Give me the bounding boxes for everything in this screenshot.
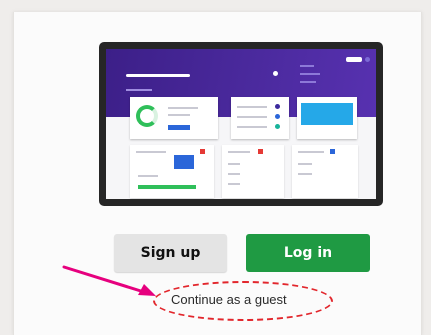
preview-line [168,114,190,116]
preview-line [237,106,267,108]
preview-line [300,65,314,67]
preview-line [168,107,198,109]
notification-badge-icon [330,149,335,154]
preview-title-line [126,74,190,77]
preview-button-bar [168,125,190,130]
status-dot-icon [275,104,280,109]
preview-highlight-card [297,97,357,139]
preview-message-card [292,145,358,198]
preview-blue-banner [301,103,353,125]
preview-line [228,173,240,175]
status-dot-icon [275,124,280,129]
preview-line [228,183,240,185]
status-dot-icon [275,114,280,119]
preview-line [300,81,316,83]
pointer-arrow-icon [62,265,156,296]
preview-avatar [365,57,370,62]
preview-line [298,163,312,165]
preview-pill [346,57,362,62]
preview-line [136,151,166,153]
dashboard-preview-illustration [99,42,383,206]
preview-chart-card [130,145,214,198]
preview-subtitle-line [126,89,152,91]
preview-line [237,116,267,118]
preview-list-card [231,97,289,139]
preview-line [138,175,158,177]
notification-badge-icon [200,149,205,154]
preview-line [298,173,312,175]
preview-dot [273,71,278,76]
login-button[interactable]: Log in [246,234,370,272]
preview-line [228,163,240,165]
continue-as-guest-link[interactable]: Continue as a guest [171,292,287,307]
preview-task-card [222,145,284,198]
preview-line [298,151,324,153]
preview-progress-card [130,97,218,139]
dashboard-preview-screen [106,49,376,199]
preview-line [300,73,320,75]
preview-progress-bar [138,185,196,189]
preview-chart-tile [174,155,194,169]
notification-badge-icon [258,149,263,154]
preview-line [228,151,250,153]
progress-ring-icon [136,105,158,127]
preview-line [237,126,267,128]
